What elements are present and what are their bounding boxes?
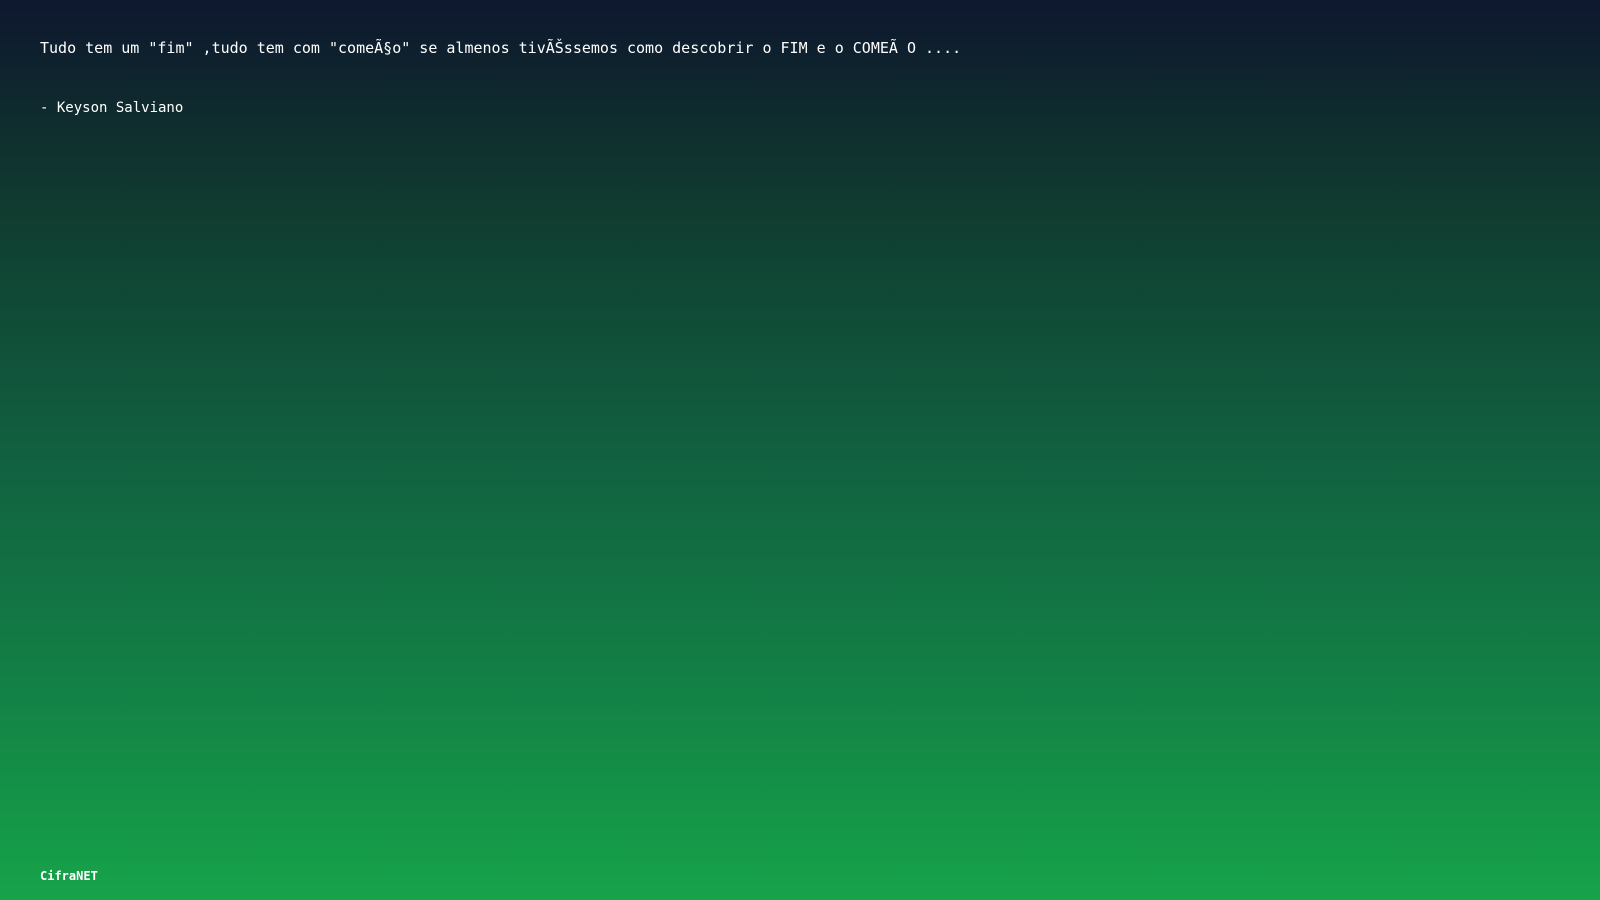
quote-author: - Keyson Salviano bbox=[40, 100, 184, 116]
brand-watermark: CifraNET bbox=[40, 869, 98, 883]
quote-text: Tudo tem um "fim" ,tudo tem com "comeÃ§o… bbox=[40, 39, 962, 57]
